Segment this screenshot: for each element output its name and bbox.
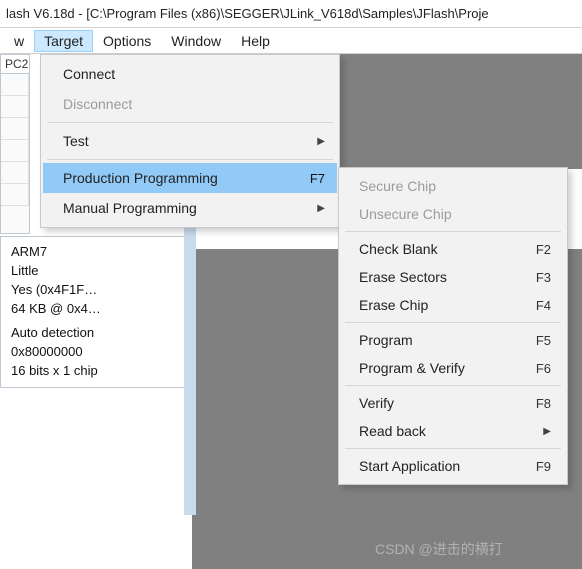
menu-label: Unsecure Chip — [359, 206, 551, 222]
target-menu: Connect Disconnect Test ▶ Production Pro… — [40, 54, 340, 228]
info-panel: ARM7 Little Yes (0x4F1F… 64 KB @ 0x4… Au… — [0, 236, 192, 388]
side-grid — [1, 74, 29, 206]
grid-cell — [1, 118, 29, 140]
menubar-item-options[interactable]: Options — [93, 30, 161, 52]
side-panel: PC2 — [0, 54, 30, 234]
menu-shortcut: F2 — [536, 242, 551, 257]
menu-shortcut: F4 — [536, 298, 551, 313]
submenu-item-erase-sectors[interactable]: Erase Sectors F3 — [341, 263, 565, 291]
info-check: Yes (0x4F1F… — [11, 281, 181, 300]
menu-label: Test — [63, 133, 311, 149]
menu-divider — [47, 159, 333, 160]
menu-label: Manual Programming — [63, 200, 311, 216]
menu-label: Check Blank — [359, 241, 536, 257]
grid-cell — [1, 140, 29, 162]
info-addr: 0x80000000 — [11, 343, 181, 362]
menubar-item-cut[interactable]: w — [4, 30, 34, 52]
submenu-item-read-back[interactable]: Read back ▶ — [341, 417, 565, 445]
menu-label: Production Programming — [63, 170, 310, 186]
info-detect: Auto detection — [11, 324, 181, 343]
menu-divider — [345, 385, 561, 386]
chevron-right-icon: ▶ — [317, 203, 325, 214]
manual-programming-submenu: Secure Chip Unsecure Chip Check Blank F2… — [338, 167, 568, 485]
grid-cell — [1, 162, 29, 184]
menu-divider — [47, 122, 333, 123]
grid-cell — [1, 184, 29, 206]
menu-label: Program & Verify — [359, 360, 536, 376]
menu-item-test[interactable]: Test ▶ — [43, 126, 337, 156]
menu-item-connect[interactable]: Connect — [43, 59, 337, 89]
info-width: 16 bits x 1 chip — [11, 362, 181, 381]
menu-shortcut: F7 — [310, 171, 325, 186]
menu-shortcut: F9 — [536, 459, 551, 474]
menu-divider — [345, 448, 561, 449]
menubar-item-window[interactable]: Window — [161, 30, 231, 52]
menu-shortcut: F5 — [536, 333, 551, 348]
menu-item-disconnect: Disconnect — [43, 89, 337, 119]
submenu-item-erase-chip[interactable]: Erase Chip F4 — [341, 291, 565, 319]
submenu-item-unsecure-chip: Unsecure Chip — [341, 200, 565, 228]
submenu-item-program-verify[interactable]: Program & Verify F6 — [341, 354, 565, 382]
menubar: w Target Options Window Help — [0, 28, 582, 54]
menubar-item-help[interactable]: Help — [231, 30, 280, 52]
watermark: CSDN @进击的横打 — [375, 539, 503, 559]
chevron-right-icon: ▶ — [317, 136, 325, 147]
submenu-item-program[interactable]: Program F5 — [341, 326, 565, 354]
grid-cell — [1, 96, 29, 118]
window-title: lash V6.18d - [C:\Program Files (x86)\SE… — [0, 0, 582, 28]
workspace: PC2 ARM7 Little Yes (0x4F1F… 64 KB @ 0x4… — [0, 54, 582, 515]
submenu-item-secure-chip: Secure Chip — [341, 172, 565, 200]
menu-item-manual-programming[interactable]: Manual Programming ▶ — [43, 193, 337, 223]
menu-shortcut: F3 — [536, 270, 551, 285]
menu-label: Disconnect — [63, 96, 325, 112]
menu-divider — [345, 322, 561, 323]
menu-item-production-programming[interactable]: Production Programming F7 — [43, 163, 337, 193]
info-size: 64 KB @ 0x4… — [11, 300, 181, 319]
submenu-item-check-blank[interactable]: Check Blank F2 — [341, 235, 565, 263]
window-title-text: lash V6.18d - [C:\Program Files (x86)\SE… — [6, 6, 489, 21]
submenu-item-verify[interactable]: Verify F8 — [341, 389, 565, 417]
menu-label: Erase Chip — [359, 297, 536, 313]
menu-shortcut: F6 — [536, 361, 551, 376]
menu-label: Read back — [359, 423, 537, 439]
menu-shortcut: F8 — [536, 396, 551, 411]
menubar-item-target[interactable]: Target — [34, 30, 93, 52]
chevron-right-icon: ▶ — [543, 426, 551, 437]
menu-divider — [345, 231, 561, 232]
grid-cell — [1, 74, 29, 96]
menu-label: Program — [359, 332, 536, 348]
menu-label: Connect — [63, 66, 325, 82]
menu-label: Verify — [359, 395, 536, 411]
info-arch: ARM7 — [11, 243, 181, 262]
menu-label: Secure Chip — [359, 178, 551, 194]
info-endian: Little — [11, 262, 181, 281]
mdi-background — [340, 54, 582, 169]
menu-label: Erase Sectors — [359, 269, 536, 285]
submenu-item-start-application[interactable]: Start Application F9 — [341, 452, 565, 480]
side-panel-tab[interactable]: PC2 — [1, 55, 29, 74]
menu-label: Start Application — [359, 458, 536, 474]
